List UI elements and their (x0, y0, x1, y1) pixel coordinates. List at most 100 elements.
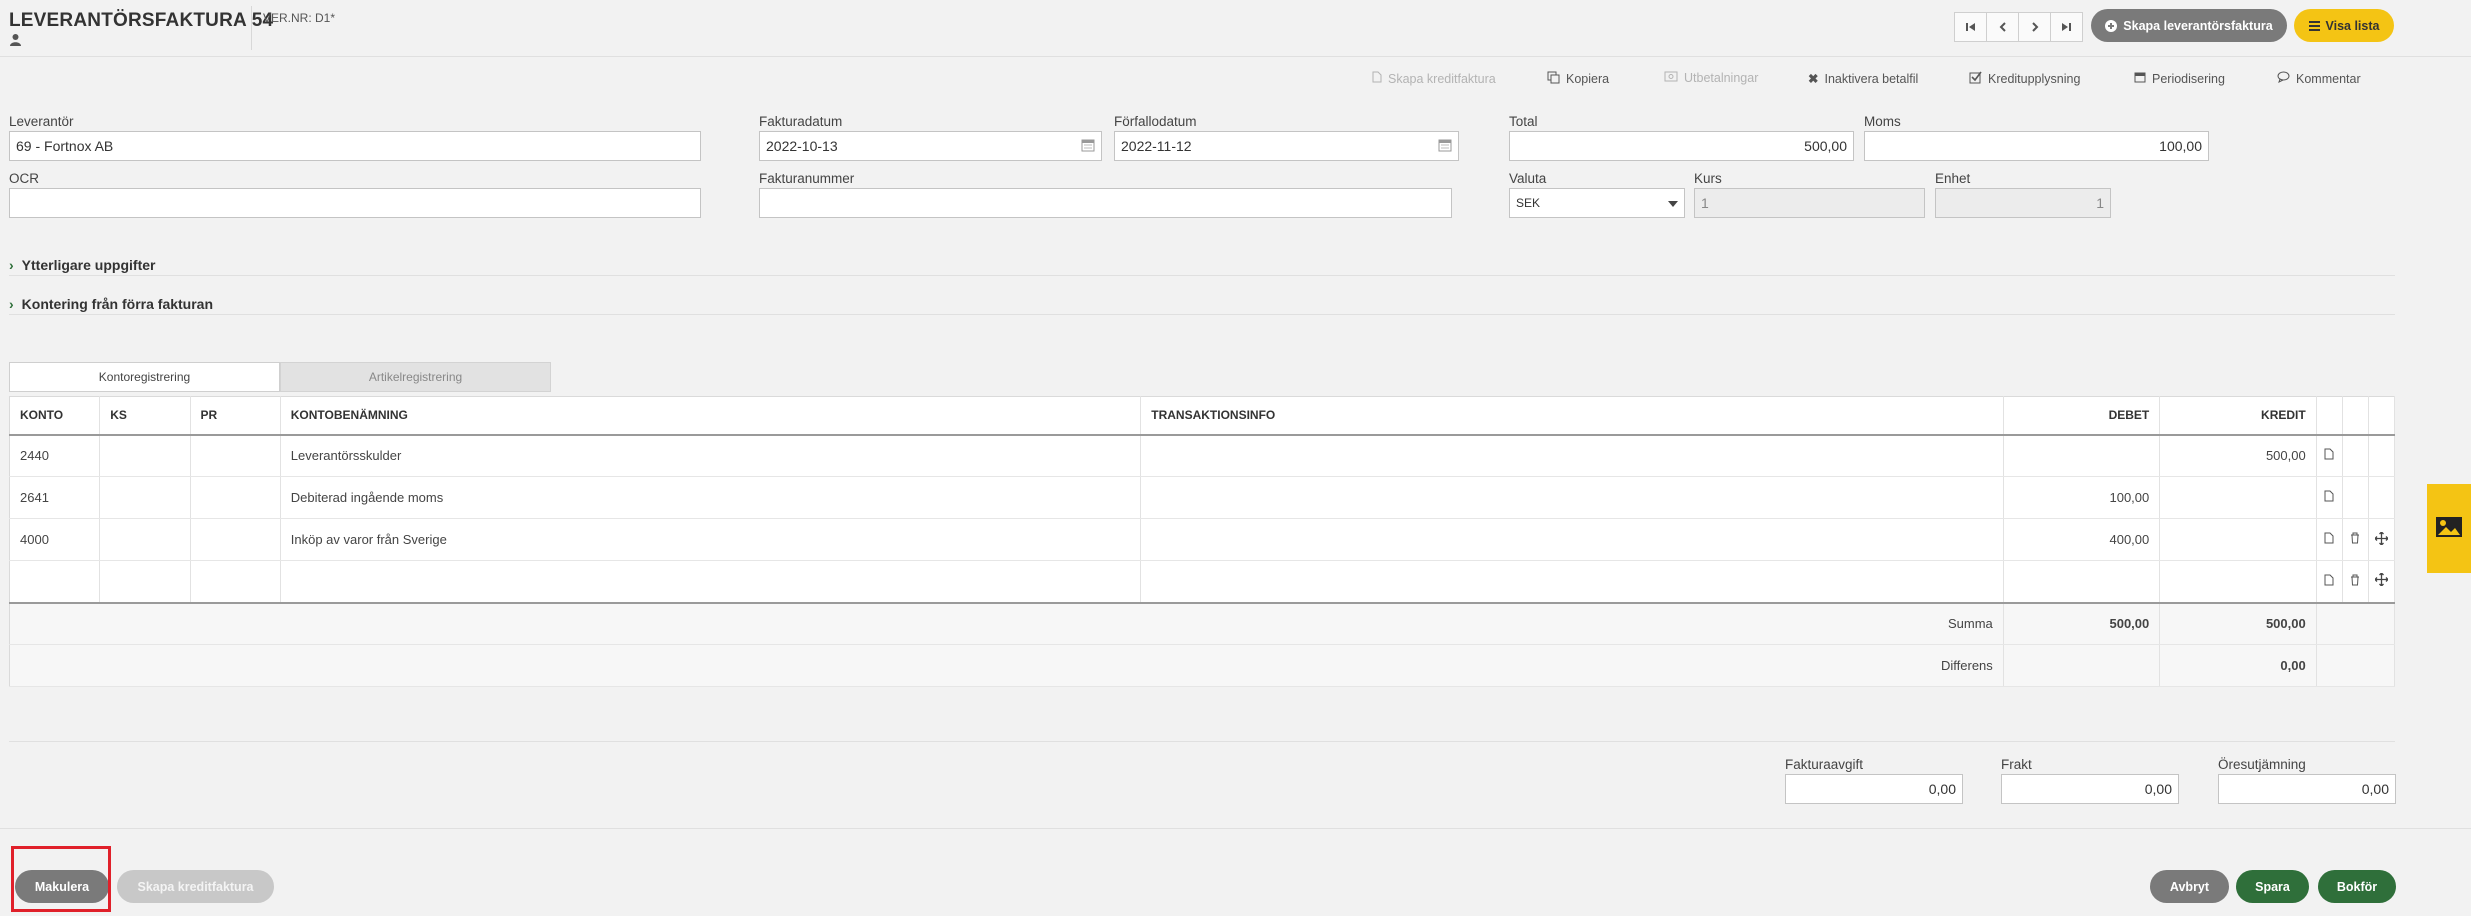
account-name-cell[interactable]: Leverantörsskulder (280, 434, 1142, 477)
account-name-cell[interactable]: Inköp av varor från Sverige (280, 518, 1142, 561)
user-icon (10, 34, 21, 46)
col-account-name[interactable]: KONTOBENÄMNING (280, 396, 1142, 436)
show-list-button[interactable]: Visa lista (2294, 9, 2394, 42)
col-ks[interactable]: KS (99, 396, 191, 436)
account-cell[interactable]: 4000 (9, 518, 101, 561)
debit-cell[interactable] (2003, 560, 2161, 604)
save-button[interactable]: Spara (2236, 870, 2309, 903)
credit-cell[interactable] (2159, 476, 2317, 519)
rounding-field[interactable]: 0,00 (2218, 774, 2396, 804)
next-record-button[interactable] (2018, 12, 2051, 42)
calendar-icon[interactable] (1438, 138, 1452, 155)
debit-cell[interactable] (2003, 434, 2161, 477)
account-name-cell[interactable] (280, 560, 1142, 604)
section-prev-booking[interactable]: › Kontering från förra fakturan (9, 296, 213, 312)
account-name-cell[interactable]: Debiterad ingående moms (280, 476, 1142, 519)
tab-account-registration[interactable]: Kontoregistrering (9, 362, 280, 392)
diff-label: Differens (9, 644, 2004, 687)
document-icon[interactable] (2316, 434, 2343, 477)
diff-row: Differens 0,00 (9, 644, 2396, 687)
trash-icon[interactable] (2342, 518, 2369, 561)
account-cell[interactable] (9, 560, 101, 604)
invoice-date-field[interactable]: 2022-10-13 (759, 131, 1102, 161)
diff-value: 0,00 (2159, 644, 2317, 687)
sum-row: Summa 500,00 500,00 (9, 602, 2396, 645)
toolbar-inactivate[interactable]: ✖ Inaktivera betalfil (1808, 71, 1918, 87)
document-icon[interactable] (2316, 476, 2343, 519)
ks-cell[interactable] (99, 560, 191, 604)
table-row: 2641 Debiterad ingående moms 100,00 (9, 476, 2396, 519)
ks-cell[interactable] (99, 476, 191, 519)
image-panel-tab[interactable] (2427, 484, 2471, 573)
sum-debit: 500,00 (2003, 602, 2161, 645)
credit-cell[interactable]: 500,00 (2159, 434, 2317, 477)
create-credit-invoice-button[interactable]: Skapa kreditfaktura (117, 870, 274, 903)
total-field[interactable]: 500,00 (1509, 131, 1854, 161)
ocr-label: OCR (9, 171, 39, 186)
debit-cell[interactable]: 400,00 (2003, 518, 2161, 561)
table-row (9, 560, 2396, 604)
ks-cell[interactable] (99, 518, 191, 561)
col-pr[interactable]: PR (190, 396, 281, 436)
calendar-icon[interactable] (1081, 138, 1095, 155)
credit-cell[interactable] (2159, 560, 2317, 604)
tab-article-registration[interactable]: Artikelregistrering (280, 362, 551, 392)
trash-icon[interactable] (2342, 560, 2369, 604)
freight-field[interactable]: 0,00 (2001, 774, 2179, 804)
document-icon[interactable] (2316, 518, 2343, 561)
ks-cell[interactable] (99, 434, 191, 477)
create-supplier-invoice-button[interactable]: Skapa leverantörsfaktura (2091, 9, 2287, 42)
toolbar-create-credit[interactable]: Skapa kreditfaktura (1372, 71, 1496, 86)
invoice-fee-field[interactable]: 0,00 (1785, 774, 1963, 804)
book-button[interactable]: Bokför (2318, 870, 2396, 903)
pr-cell[interactable] (190, 560, 281, 604)
debit-cell[interactable]: 100,00 (2003, 476, 2161, 519)
fees-divider (9, 741, 2395, 742)
transaction-info-cell[interactable] (1140, 476, 2004, 519)
col-account[interactable]: KONTO (9, 396, 101, 436)
credit-cell[interactable] (2159, 518, 2317, 561)
section-more-info[interactable]: › Ytterligare uppgifter (9, 257, 155, 273)
transaction-info-cell[interactable] (1140, 434, 2004, 477)
previous-record-button[interactable] (1986, 12, 2019, 42)
col-debit[interactable]: DEBET (2003, 396, 2161, 436)
pr-cell[interactable] (190, 434, 281, 477)
toolbar-credit-info[interactable]: Kreditupplysning (1969, 71, 2080, 87)
toolbar-comment[interactable]: Kommentar (2277, 71, 2361, 86)
file-icon (1372, 71, 1382, 86)
chevron-right-icon (2031, 22, 2038, 32)
supplier-field[interactable]: 69 - Fortnox AB (9, 131, 701, 161)
transaction-info-cell[interactable] (1140, 518, 2004, 561)
invoice-date-label: Fakturadatum (759, 114, 843, 129)
section-divider (9, 275, 2395, 276)
toolbar-copy[interactable]: Kopiera (1547, 71, 1609, 87)
invoice-number-field[interactable] (759, 188, 1452, 218)
account-cell[interactable]: 2641 (9, 476, 101, 519)
cancel-button[interactable]: Avbryt (2150, 870, 2229, 903)
toolbar-copy-label: Kopiera (1566, 72, 1610, 86)
vat-field[interactable]: 100,00 (1864, 131, 2209, 161)
transaction-info-cell[interactable] (1140, 560, 2004, 604)
freight-label: Frakt (2001, 757, 2032, 772)
pr-cell[interactable] (190, 476, 281, 519)
currency-value: SEK (1516, 196, 1541, 210)
move-icon[interactable] (2368, 560, 2396, 604)
rate-field: 1 (1694, 188, 1925, 218)
due-date-field[interactable]: 2022-11-12 (1114, 131, 1459, 161)
close-icon: ✖ (1808, 72, 1819, 86)
pr-cell[interactable] (190, 518, 281, 561)
section-divider (9, 314, 2395, 315)
col-credit[interactable]: KREDIT (2159, 396, 2317, 436)
ocr-field[interactable] (9, 188, 701, 218)
currency-select[interactable]: SEK (1509, 188, 1685, 218)
toolbar-periodize[interactable]: Periodisering (2134, 71, 2225, 86)
first-record-button[interactable] (1954, 12, 1987, 42)
header-divider (251, 6, 252, 50)
move-icon[interactable] (2368, 518, 2396, 561)
document-icon[interactable] (2316, 560, 2343, 604)
col-transaction-info[interactable]: TRANSAKTIONSINFO (1140, 396, 2004, 436)
account-cell[interactable]: 2440 (9, 434, 101, 477)
last-record-button[interactable] (2050, 12, 2083, 42)
toolbar-payments[interactable]: Utbetalningar (1664, 71, 1758, 85)
list-icon (2308, 20, 2320, 31)
